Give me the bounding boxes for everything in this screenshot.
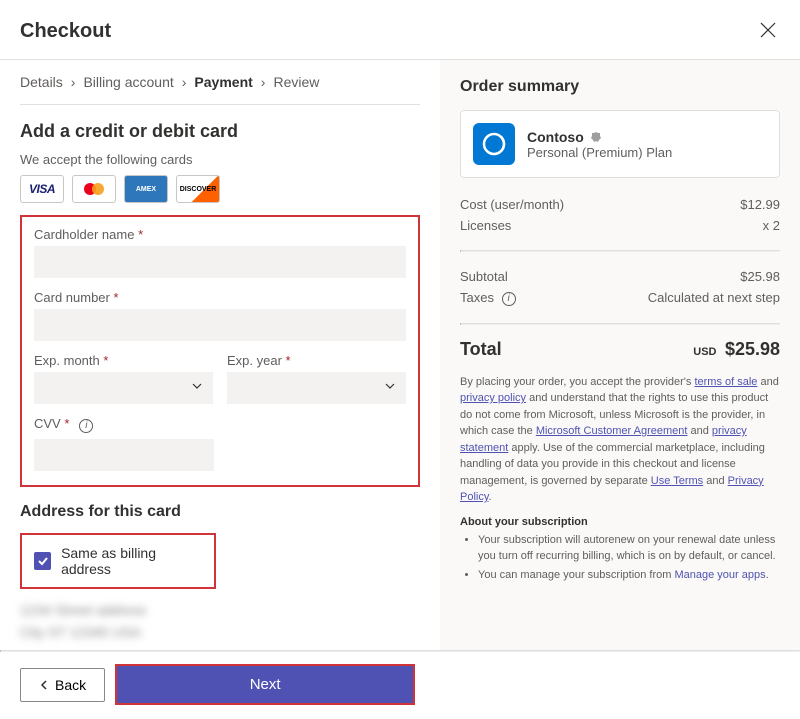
privacy-policy-2-link[interactable]: Privacy Policy <box>460 475 764 504</box>
summary-divider <box>460 323 780 325</box>
chevron-right-icon: › <box>261 74 266 90</box>
discover-icon: DISCOVER <box>176 175 220 203</box>
product-icon <box>473 123 515 165</box>
product-plan: Personal (Premium) Plan <box>527 145 672 160</box>
subtotal-label: Subtotal <box>460 269 508 284</box>
chevron-right-icon: › <box>71 74 76 90</box>
subscription-item: Your subscription will autorenew on your… <box>478 532 780 565</box>
total-currency: USD <box>693 346 716 358</box>
same-address-checkbox-container[interactable]: Same as billing address <box>20 533 216 589</box>
licenses-value: x 2 <box>763 218 780 233</box>
mastercard-icon <box>72 175 116 203</box>
back-button-label: Back <box>55 677 86 693</box>
summary-divider <box>460 250 780 252</box>
subscription-list: Your subscription will autorenew on your… <box>460 532 780 584</box>
form-heading: Add a credit or debit card <box>20 121 420 142</box>
page-title: Checkout <box>20 20 111 43</box>
next-button-label: Next <box>250 676 281 693</box>
cost-label: Cost (user/month) <box>460 197 564 212</box>
info-icon[interactable]: i <box>502 292 516 306</box>
card-number-label: Card number <box>34 290 406 305</box>
close-button[interactable] <box>756 18 780 45</box>
use-terms-link[interactable]: Use Terms <box>651 475 703 487</box>
breadcrumb-item[interactable]: Details <box>20 74 63 90</box>
subscription-heading: About your subscription <box>460 516 780 528</box>
mca-link[interactable]: Microsoft Customer Agreement <box>536 425 688 437</box>
breadcrumb-item-current: Payment <box>194 74 252 90</box>
legal-text: By placing your order, you accept the pr… <box>460 374 780 506</box>
exp-month-label: Exp. month <box>34 353 213 368</box>
exp-month-select[interactable] <box>34 372 213 404</box>
taxes-value: Calculated at next step <box>648 290 780 306</box>
checkbox-checked-icon <box>34 552 51 570</box>
subscription-item: You can manage your subscription from Ma… <box>478 567 780 584</box>
blurred-address: 1234 Street addressCity ST 12345 USA <box>20 599 420 644</box>
address-heading: Address for this card <box>20 503 420 521</box>
chevron-right-icon: › <box>182 74 187 90</box>
verified-badge-icon <box>590 131 602 143</box>
breadcrumb-item[interactable]: Billing account <box>83 74 173 90</box>
accepted-cards-label: We accept the following cards <box>20 152 420 167</box>
back-button[interactable]: Back <box>20 668 105 702</box>
licenses-label: Licenses <box>460 218 511 233</box>
exp-year-label: Exp. year <box>227 353 406 368</box>
summary-heading: Order summary <box>460 78 780 96</box>
close-icon <box>760 22 776 38</box>
header: Checkout <box>0 0 800 59</box>
footer: Back Next <box>0 650 800 719</box>
cardholder-label: Cardholder name <box>34 227 406 242</box>
card-number-input[interactable] <box>34 309 406 341</box>
same-address-label: Same as billing address <box>61 545 202 577</box>
visa-icon: VISA <box>20 175 64 203</box>
exp-year-select[interactable] <box>227 372 406 404</box>
total-value: $25.98 <box>725 339 780 359</box>
taxes-label: Taxes <box>460 290 494 305</box>
cvv-label: CVV <box>34 416 69 431</box>
breadcrumb: Details › Billing account › Payment › Re… <box>20 60 420 104</box>
total-label: Total <box>460 339 502 360</box>
cvv-input[interactable] <box>34 439 214 471</box>
terms-of-sale-link[interactable]: terms of sale <box>694 376 757 388</box>
info-icon[interactable]: i <box>79 419 93 433</box>
card-logos: VISA AMEX DISCOVER <box>20 175 420 203</box>
subtotal-value: $25.98 <box>740 269 780 284</box>
cardholder-input[interactable] <box>34 246 406 278</box>
chevron-left-icon <box>39 680 49 690</box>
payment-form: Cardholder name Card number Exp. month <box>20 215 420 487</box>
cost-value: $12.99 <box>740 197 780 212</box>
manage-apps-link[interactable]: Manage your apps <box>674 569 765 581</box>
breadcrumb-item[interactable]: Review <box>273 74 319 90</box>
privacy-policy-link[interactable]: privacy policy <box>460 392 526 404</box>
product-name: Contoso <box>527 129 584 145</box>
order-summary-panel: Order summary Contoso Personal (Premium)… <box>440 60 800 659</box>
next-button[interactable]: Next <box>115 664 415 705</box>
amex-icon: AMEX <box>124 175 168 203</box>
product-card: Contoso Personal (Premium) Plan <box>460 110 780 178</box>
